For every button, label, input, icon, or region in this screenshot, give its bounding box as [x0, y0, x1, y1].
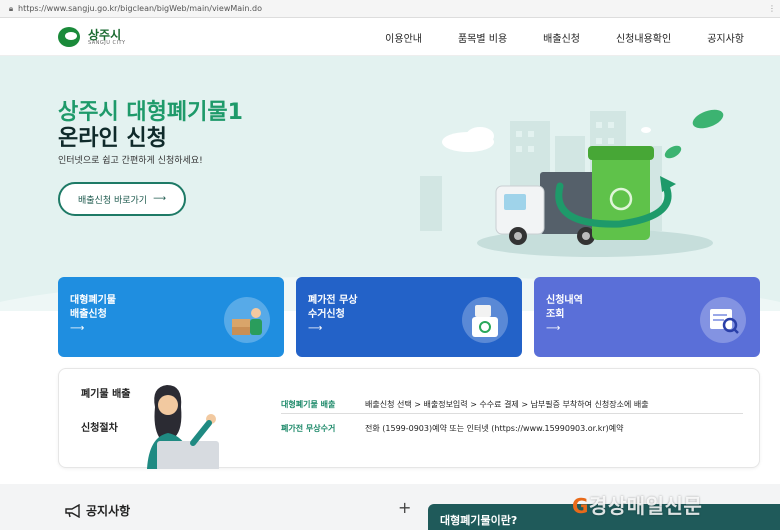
woman-laptop-illustration	[147, 385, 219, 469]
procedure-contact: 전화 (1599-0903)예약 또는 인터넷 (https://www.159…	[365, 424, 624, 433]
procedure-label: 폐가전 무상수거	[281, 424, 336, 433]
site-logo[interactable]: 상주시 SANGJU CITY	[58, 26, 126, 48]
arrow-right-icon: ⟶	[308, 323, 323, 334]
newspaper-watermark: G경상매일신문	[572, 494, 703, 518]
recycle-bin-icon	[462, 297, 508, 343]
arrow-right-icon: ⟶	[70, 323, 85, 334]
notice-more-button[interactable]: +	[398, 498, 411, 517]
procedure-steps: 배출신청 선택 > 배출정보입력 > 수수료 결제 > 납부필증 부착하여 신청…	[365, 400, 649, 409]
hero-title-line2: 온라인 신청	[58, 126, 167, 151]
card-subtitle: 배출신청	[70, 309, 107, 320]
procedure-label: 대형폐기물 배출	[281, 400, 336, 409]
card-request-history[interactable]: 신청내역 조회 ⟶	[534, 277, 760, 357]
arrow-right-icon: ⟶	[546, 323, 561, 334]
card-subtitle: 수거신청	[308, 309, 345, 320]
url-text[interactable]: https://www.sangju.go.kr/bigclean/bigWeb…	[18, 4, 764, 13]
logo-korean: 상주시	[88, 27, 122, 42]
lock-icon: 🔒︎	[8, 3, 14, 13]
procedure-title-line2: 신청절차	[81, 423, 118, 434]
card-title: 폐가전 무상	[308, 295, 358, 306]
nav-usage-guide[interactable]: 이용안내	[385, 30, 422, 45]
arrow-right-icon: ⟶	[153, 194, 166, 204]
card-title: 대형폐기물	[70, 295, 116, 306]
sangju-logo-icon	[58, 26, 84, 48]
person-boxes-icon	[224, 297, 270, 343]
nav-request-check[interactable]: 신청내용확인	[616, 30, 671, 45]
notice-title: 공지사항	[86, 504, 131, 518]
hero-subtitle: 인터넷으로 쉽고 간편하게 신청하세요!	[58, 156, 203, 166]
card-subtitle: 조회	[546, 309, 565, 320]
disposal-shortcut-label: 배출신청 바로가기	[77, 195, 148, 206]
browser-menu-icon[interactable]: ⋮	[764, 4, 780, 13]
procedure-row-bulky: 대형폐기물 배출 배출신청 선택 > 배출정보입력 > 수수료 결제 > 납부필…	[281, 399, 649, 410]
procedure-row-appliance: 폐가전 무상수거 전화 (1599-0903)예약 또는 인터넷 (https:…	[281, 423, 624, 434]
logo-english: SANGJU CITY	[88, 39, 126, 46]
card-title: 신청내역	[546, 295, 583, 306]
watermark-logo-icon: G	[572, 494, 589, 518]
megaphone-icon	[65, 504, 80, 518]
document-search-icon	[700, 297, 746, 343]
nav-disposal-request[interactable]: 배출신청	[543, 30, 580, 45]
site-header: 상주시 SANGJU CITY 이용안내 품목별 비용 배출신청 신청내용확인 …	[0, 18, 780, 56]
procedure-title: 폐기물 배출	[81, 389, 131, 400]
faq-title: 대형폐기물이란?	[440, 514, 518, 527]
disposal-procedure-panel: 폐기물 배출 신청절차 대형폐기물 배출 배출신청 선택 > 배출정보입력 > …	[58, 368, 760, 469]
browser-url-bar[interactable]: 🔒︎ https://www.sangju.go.kr/bigclean/big…	[0, 0, 780, 18]
nav-notice[interactable]: 공지사항	[707, 30, 744, 45]
truck-bin-illustration	[420, 109, 724, 257]
card-bulky-waste-disposal[interactable]: 대형폐기물 배출신청 ⟶	[58, 277, 284, 357]
card-appliance-pickup[interactable]: 폐가전 무상 수거신청 ⟶	[296, 277, 522, 357]
main-nav: 이용안내 품목별 비용 배출신청 신청내용확인 공지사항	[349, 18, 744, 56]
divider	[281, 413, 743, 414]
disposal-shortcut-button[interactable]: 배출신청 바로가기 ⟶	[58, 182, 186, 216]
nav-item-cost[interactable]: 품목별 비용	[458, 30, 507, 45]
